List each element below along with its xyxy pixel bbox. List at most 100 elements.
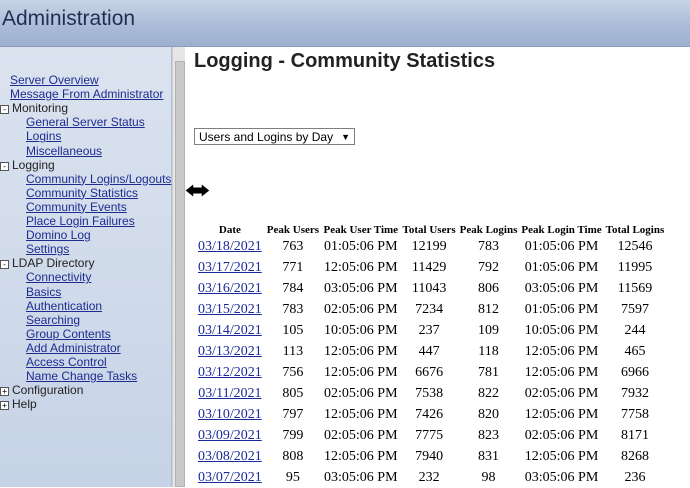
sidebar-nav: Server Overview Message From Administrato… (0, 47, 172, 487)
date-cell: 03/16/2021 (195, 278, 265, 299)
next-arrow-icon[interactable]: 🡆 (196, 184, 210, 199)
table-cell: 7940 (415, 448, 444, 464)
table-cell: 03:05:06 PM (324, 280, 398, 296)
prev-arrow-icon[interactable]: 🡄 (185, 184, 199, 199)
table-row: 03/16/2021 784 03:05:06 PM 11043 806 03:05:06… (195, 278, 666, 299)
date-link[interactable]: 03/15/2021 (198, 302, 262, 317)
sidebar-group-label: Configuration (12, 383, 84, 398)
sidebar-item-name-change-tasks[interactable]: Name Change Tasks (26, 369, 137, 383)
sidebar-item-add-administrator[interactable]: Add Administrator (26, 341, 121, 355)
sidebar-item-logins[interactable]: Logins (26, 129, 61, 143)
sidebar-item-searching[interactable]: Searching (26, 313, 80, 327)
sidebar-scrollbar[interactable] (172, 47, 185, 487)
table-row: 03/17/2021 771 12:05:06 PM 11429 792 01:05:06… (195, 257, 666, 278)
sidebar-link-message-from-administrator[interactable]: Message From Administrator (10, 87, 163, 101)
collapse-icon[interactable]: - (0, 260, 9, 270)
table-cell: 02:05:06 PM (324, 301, 398, 317)
table-cell: 02:05:06 PM (324, 385, 398, 401)
table-row: 03/11/2021 805 02:05:06 PM 7538 822 02:05:06 … (195, 383, 666, 404)
table-body: 03/18/2021 763 01:05:06 PM 12199 783 01:05:06… (195, 236, 666, 488)
table-cell: 7775 (415, 427, 444, 443)
expand-icon[interactable]: + (0, 401, 9, 411)
sidebar-group-logging[interactable]: - Logging (0, 158, 55, 172)
sidebar-item-miscellaneous[interactable]: Miscellaneous (26, 144, 102, 158)
sidebar-group-ldap-directory[interactable]: - LDAP Directory (0, 256, 94, 270)
sidebar-item-community-logins-logouts[interactable]: Community Logins/Logouts (26, 172, 171, 186)
table-cell: 12546 (617, 238, 653, 254)
sidebar-item-basics[interactable]: Basics (26, 285, 61, 299)
table-cell: 12:05:06 PM (524, 448, 599, 464)
table-cell: 447 (418, 343, 440, 359)
date-cell: 03/17/2021 (195, 257, 265, 278)
table-cell: 10:05:06 PM (324, 322, 398, 338)
table-cell: 118 (478, 343, 499, 359)
table-cell: 03:05:06 PM (524, 280, 599, 296)
table-cell: 12:05:06 PM (324, 448, 398, 464)
sidebar-item-authentication[interactable]: Authentication (26, 299, 102, 313)
date-cell: 03/18/2021 (195, 236, 265, 257)
date-link[interactable]: 03/17/2021 (198, 260, 262, 275)
table-cell: 12:05:06 PM (524, 364, 599, 380)
sidebar-item-settings[interactable]: Settings (26, 242, 69, 256)
column-header: Peak Users (266, 224, 320, 236)
table-cell: 12:05:06 PM (324, 259, 398, 275)
date-cell: 03/14/2021 (195, 320, 265, 341)
collapse-icon[interactable]: - (0, 105, 9, 115)
date-link[interactable]: 03/10/2021 (198, 407, 262, 422)
table-cell: 808 (282, 448, 304, 464)
sidebar-item-connectivity[interactable]: Connectivity (26, 270, 91, 284)
sidebar-link-server-overview[interactable]: Server Overview (10, 73, 99, 87)
column-header: Peak User Time (323, 224, 399, 236)
table-row: 03/07/2021 95 03:05:06 PM 232 98 03:05:06 PM 2… (195, 467, 666, 488)
sidebar-item-place-login-failures[interactable]: Place Login Failures (26, 214, 135, 228)
table-cell: 6966 (620, 364, 649, 380)
table-cell: 763 (282, 238, 304, 254)
collapse-icon[interactable]: - (0, 161, 9, 171)
date-link[interactable]: 03/14/2021 (198, 323, 262, 338)
date-link[interactable]: 03/08/2021 (198, 449, 262, 464)
table-cell: 01:05:06 PM (524, 301, 599, 317)
date-link[interactable]: 03/11/2021 (198, 386, 261, 401)
table-cell: 01:05:06 PM (524, 259, 599, 275)
date-link[interactable]: 03/18/2021 (198, 239, 262, 254)
sidebar-item-group-contents[interactable]: Group Contents (26, 327, 111, 341)
date-link[interactable]: 03/09/2021 (198, 428, 262, 443)
date-cell: 03/12/2021 (195, 362, 265, 383)
sidebar-item-domino-log[interactable]: Domino Log (26, 228, 91, 242)
date-link[interactable]: 03/12/2021 (198, 365, 262, 380)
sidebar-group-configuration[interactable]: + Configuration (0, 383, 83, 397)
sidebar-group-monitoring[interactable]: - Monitoring (0, 101, 68, 115)
prev-next-arrows[interactable]: 🡄🡆 (185, 182, 210, 204)
table-row: 03/08/2021 808 12:05:06 PM 7940 831 12:05:06 … (195, 446, 666, 467)
table-cell: 11429 (411, 259, 447, 275)
table-cell: 771 (282, 259, 304, 275)
view-select-dropdown[interactable]: Users and Logins by Day ▼ (194, 128, 355, 145)
sidebar-item-access-control[interactable]: Access Control (26, 355, 107, 369)
date-cell: 03/13/2021 (195, 341, 265, 362)
sidebar-group-help[interactable]: + Help (0, 397, 37, 411)
table-cell: 7234 (415, 301, 444, 317)
table-cell: 12:05:06 PM (324, 406, 398, 422)
table-cell: 244 (624, 322, 646, 338)
app-title: Administration (2, 7, 136, 30)
table-cell: 01:05:06 PM (524, 238, 599, 254)
date-link[interactable]: 03/16/2021 (198, 281, 262, 296)
table-row: 03/18/2021 763 01:05:06 PM 12199 783 01:05:06… (195, 236, 666, 257)
sidebar-item-community-events[interactable]: Community Events (26, 200, 127, 214)
column-header: Date (218, 224, 241, 236)
date-link[interactable]: 03/07/2021 (198, 470, 262, 485)
sidebar-group-label: LDAP Directory (12, 256, 95, 271)
table-cell: 6676 (415, 364, 444, 380)
table-cell: 823 (478, 427, 499, 443)
sidebar-item-general-server-status[interactable]: General Server Status (26, 115, 145, 129)
expand-icon[interactable]: + (0, 387, 9, 397)
date-cell: 03/07/2021 (195, 467, 265, 488)
table-cell: 806 (478, 280, 499, 296)
table-cell: 105 (282, 322, 304, 338)
scrollbar-thumb[interactable] (175, 61, 185, 487)
sidebar-item-community-statistics[interactable]: Community Statistics (26, 186, 138, 200)
table-cell: 7758 (620, 406, 649, 422)
date-link[interactable]: 03/13/2021 (198, 344, 262, 359)
table-cell: 805 (282, 385, 304, 401)
app-header: Administration (0, 0, 690, 47)
